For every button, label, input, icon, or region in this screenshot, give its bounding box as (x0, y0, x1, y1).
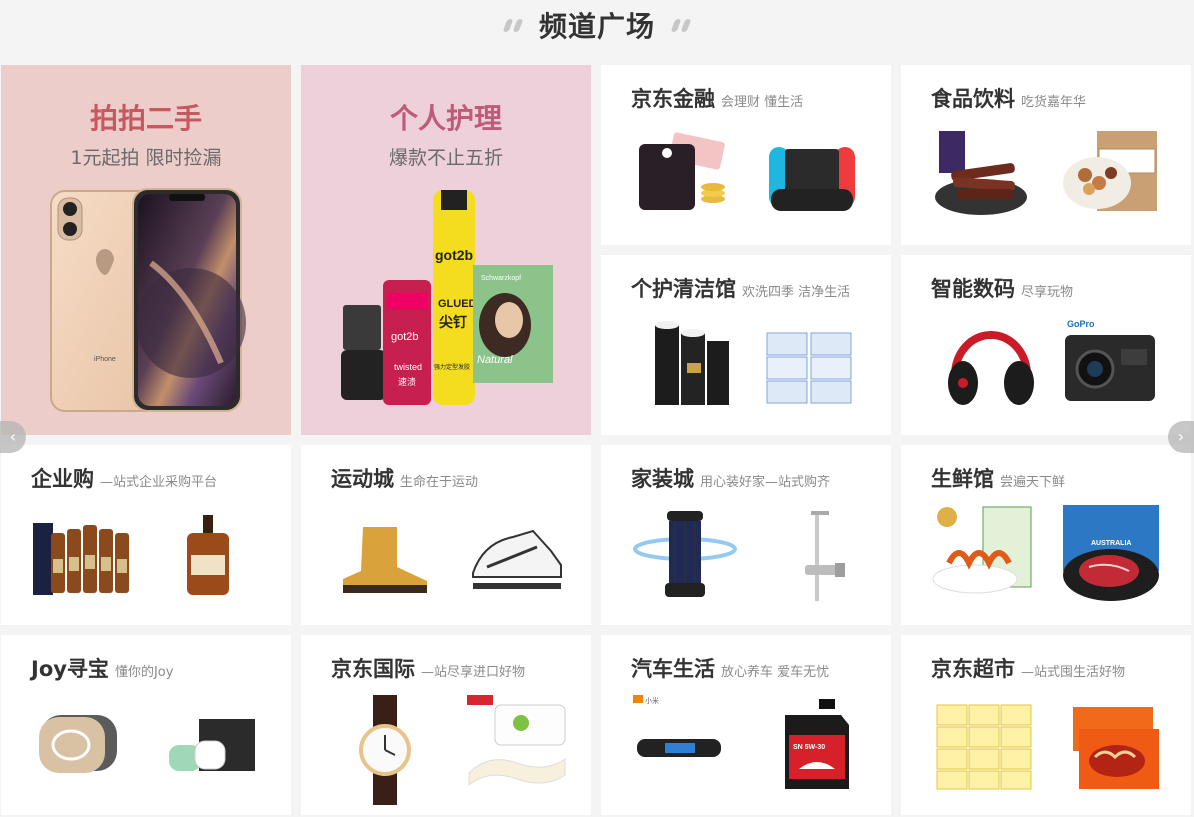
tile-subtitle: 用心装好家—站式购齐 (700, 475, 831, 490)
svg-text:twisted: twisted (394, 362, 422, 372)
beef-jerky-image (935, 131, 1027, 215)
svg-text:强力定型发胶: 强力定型发胶 (434, 363, 470, 371)
title-decoration-left (502, 18, 524, 32)
tile-title: 个护清洁馆 (631, 277, 736, 301)
spicy-snack-image (932, 506, 1032, 594)
tile-food-drinks[interactable]: 食品饮料 吃货嘉年华 (901, 65, 1191, 245)
liquor-bottles-image (33, 523, 129, 595)
gopro-camera-image: GoPro (1065, 319, 1155, 401)
tile-title: 汽车生活 (631, 657, 715, 681)
tile-title: 企业购 (31, 467, 94, 491)
tile-smart-digital[interactable]: 智能数码 尽享玩物 GoPro (901, 255, 1191, 435)
steak-image: AUSTRALIA (1063, 505, 1159, 601)
svg-text:got2b: got2b (391, 331, 419, 343)
oil-grade-label: SN 5W-30 (793, 744, 825, 751)
tile-subtitle: 吃货嘉年华 (1021, 95, 1087, 110)
tile-subtitle: 生命在于运动 (400, 475, 479, 490)
whiskey-bottle-image (187, 515, 229, 595)
instant-noodles-image (1073, 707, 1159, 789)
tile-subtitle: —站尽享进口好物 (421, 665, 526, 680)
tile-jd-international[interactable]: 京东国际 —站尽享进口好物 (301, 635, 591, 815)
nintendo-switch-image (769, 147, 855, 211)
promo-title: 拍拍二手 (89, 102, 202, 135)
tile-title: 运动城 (331, 467, 394, 491)
tile-subtitle: —站式囤生活好物 (1021, 665, 1126, 680)
promo-subtitle: 1元起拍 限时捡漏 (70, 147, 222, 169)
svg-text:尖钉: 尖钉 (439, 314, 467, 330)
svg-text:Schwarzkopf: Schwarzkopf (481, 275, 521, 282)
iphone-image: iPhone (50, 188, 246, 412)
promo-subtitle: 爆款不止五折 (388, 147, 503, 169)
tracker-device-image (39, 715, 117, 773)
xiaomi-label: 小米 (645, 696, 659, 705)
promo-card-paipai[interactable]: 拍拍二手 1元起拍 限时捡漏 iPhone (1, 65, 291, 435)
section-title: 频道广场 (538, 10, 655, 43)
chevron-left-icon: ‹ (9, 427, 17, 446)
tile-jd-supermarket[interactable]: 京东超市 —站式囤生活好物 (901, 635, 1191, 815)
tissue-rolls-image (655, 321, 729, 405)
tile-subtitle: —站式企业采购平台 (100, 475, 218, 490)
tile-home-decor[interactable]: 家装城 用心装好家—站式购齐 (601, 445, 891, 625)
tile-jd-finance[interactable]: 京东金融 会理财 懂生活 (601, 65, 891, 245)
tile-subtitle: 会理财 懂生活 (721, 95, 804, 110)
hair-products-image: got2b twisted 速溃 got2b GLUED 尖钉 强力定型发胶 S… (341, 190, 553, 405)
sneaker-image (472, 529, 562, 589)
tile-fresh-food[interactable]: 生鲜馆 尝遍天下鲜 AUSTRALIA (901, 445, 1191, 625)
tile-personal-cleaning[interactable]: 个护清洁馆 欢洗四季 洁净生活 (601, 255, 891, 435)
tile-car-life[interactable]: 汽车生活 放心养车 爱车无忧 小米 SN 5W-30 (601, 635, 891, 815)
carousel-next-button[interactable]: › (1168, 421, 1194, 453)
tile-title: 生鲜馆 (931, 467, 994, 491)
promo-card-personal-care[interactable]: 个人护理 爆款不止五折 got2b twisted 速溃 got2b GLUED… (301, 65, 591, 435)
latex-pillow-image (467, 695, 566, 787)
mosquito-lamp-image (633, 511, 737, 597)
nuts-box-image (1063, 131, 1157, 211)
gopro-label: GoPro (1067, 319, 1095, 329)
tile-subtitle: 尽享玩物 (1021, 285, 1074, 300)
tile-title: 食品饮料 (931, 87, 1015, 111)
smart-mirror-image: 小米 (633, 695, 721, 757)
chevron-right-icon: › (1177, 427, 1185, 446)
tissue-packs-image (766, 332, 852, 404)
beats-headphones-image (948, 331, 1034, 405)
tile-title: 京东超市 (931, 657, 1015, 681)
tile-enterprise-purchase[interactable]: 企业购 —站式企业采购平台 (1, 445, 291, 625)
svg-text:速溃: 速溃 (398, 376, 416, 387)
motor-oil-image: SN 5W-30 (785, 699, 849, 789)
tile-title: 智能数码 (931, 277, 1015, 301)
svg-text:got2b: got2b (435, 247, 473, 263)
title-decoration-right (670, 18, 692, 32)
tile-subtitle: 放心养车 爱车无忧 (721, 665, 830, 680)
paper-towels-image (936, 704, 1032, 790)
boot-image (343, 527, 427, 593)
promo-title: 个人护理 (389, 102, 502, 135)
tile-sports[interactable]: 运动城 生命在于运动 (301, 445, 591, 625)
tile-joy-treasure[interactable]: Joy寻宝 懂你的Joy (1, 635, 291, 815)
svg-text:GLUED: GLUED (438, 298, 477, 310)
australia-label: AUSTRALIA (1091, 540, 1131, 547)
tile-title: Joy寻宝 (31, 657, 109, 681)
wristwatch-image (359, 695, 411, 805)
tracker-pack-image (169, 719, 255, 771)
svg-text:Natural: Natural (477, 354, 513, 366)
iphone-label: iPhone (94, 356, 116, 363)
shower-faucet-image (805, 511, 845, 601)
tile-title: 京东金融 (631, 87, 715, 111)
finance-card-image (639, 132, 725, 210)
section-header: 频道广场 (0, 0, 1194, 50)
tile-subtitle: 欢洗四季 洁净生活 (742, 285, 851, 300)
tile-title: 京东国际 (331, 657, 415, 681)
tile-subtitle: 尝遍天下鲜 (1000, 475, 1066, 490)
tile-title: 家装城 (631, 467, 694, 491)
tile-subtitle: 懂你的Joy (114, 665, 174, 680)
